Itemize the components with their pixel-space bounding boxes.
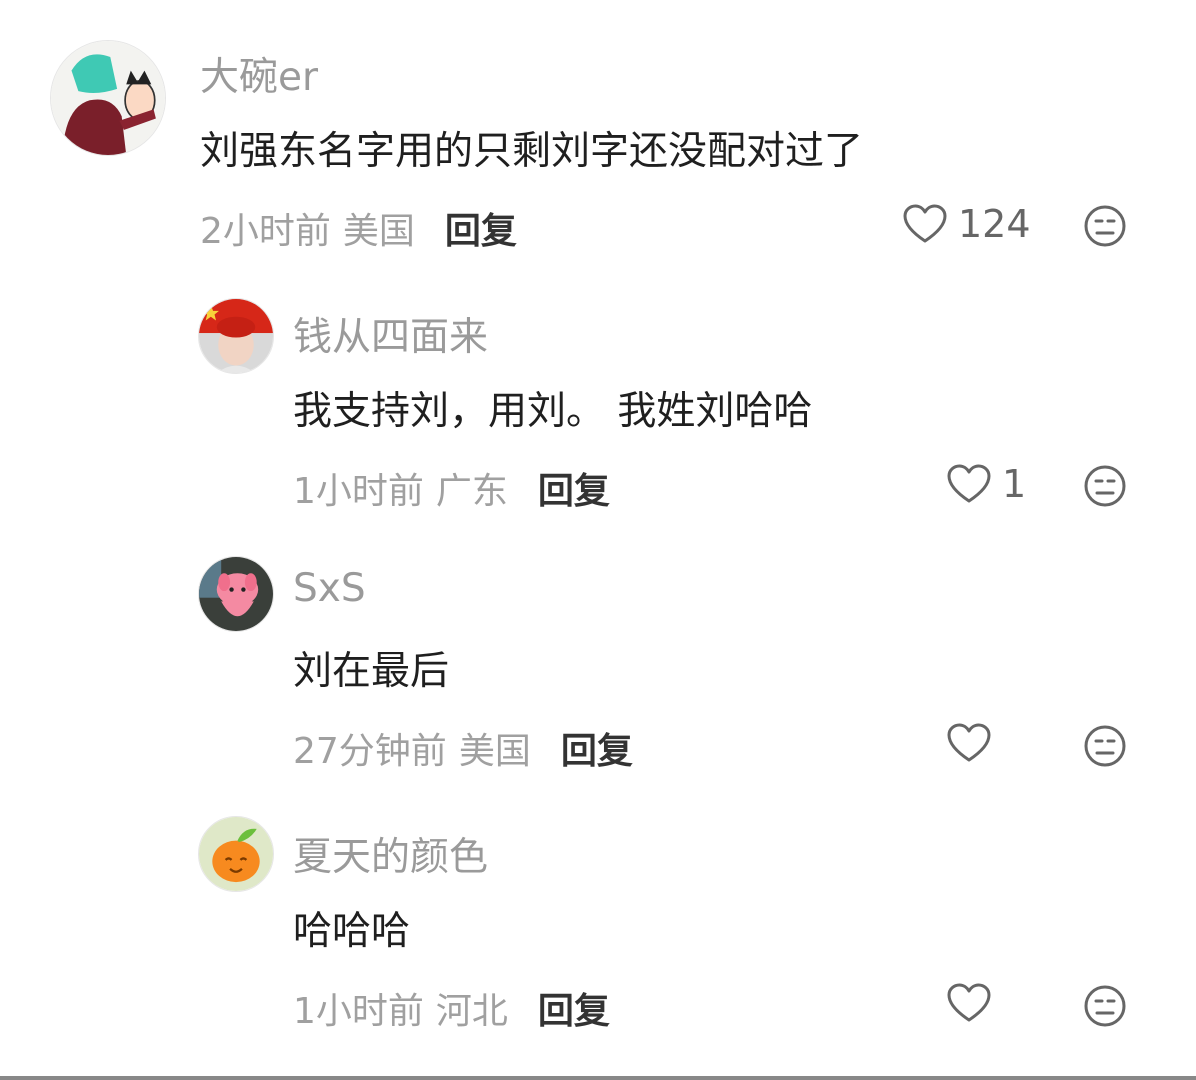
like-count: 124 [958,202,1031,246]
reply-item: SxS 刘在最后 27分钟前 美国 回复 [0,540,1196,790]
meh-face-icon [1084,205,1126,247]
heart-icon [947,983,991,1022]
flag-face-avatar-icon [199,299,273,373]
reply-item: 夏天的颜色 哈哈哈 1小时前 河北 回复 [0,800,1196,1070]
comment-meta: 2小时前 美国 回复 [200,202,517,254]
like-button[interactable]: 1 [946,462,1026,506]
comment-time: 2小时前 [200,211,331,252]
meh-face-icon [1084,725,1126,767]
like-button[interactable] [946,722,1002,764]
comment-username[interactable]: 大碗er [200,46,318,102]
avatar[interactable] [50,40,166,156]
reply-button[interactable]: 回复 [538,462,610,514]
heart-icon [903,204,947,243]
comment-location: 河北 [435,991,508,1032]
comment-username[interactable]: SxS [293,566,366,611]
comment-time: 1小时前 [293,991,424,1032]
pink-plush-avatar-icon [199,557,273,631]
comment-time: 27分钟前 [293,731,447,772]
comment-text: 刘在最后 [293,649,450,694]
like-button[interactable] [946,982,1002,1024]
comment-meta: 1小时前 河北 回复 [293,982,610,1034]
comment-time: 1小时前 [293,471,424,512]
avatar[interactable] [198,298,274,374]
reply-button[interactable]: 回复 [445,202,517,254]
avatar[interactable] [198,816,274,892]
meh-face-icon [1084,985,1126,1027]
comment-location: 广东 [435,471,508,512]
orange-fruit-avatar-icon [199,817,273,891]
comment-username[interactable]: 钱从四面来 [293,306,488,362]
meh-face-icon [1084,465,1126,507]
like-count: 1 [1002,462,1027,506]
heart-icon [947,723,991,762]
comment-item: 大碗er 刘强东名字用的只剩刘字还没配对过了 2小时前 美国 回复 124 [0,0,1196,270]
comment-location: 美国 [458,731,531,772]
dislike-button[interactable] [1083,984,1127,1028]
dislike-button[interactable] [1083,724,1127,768]
reply-button[interactable]: 回复 [561,722,633,774]
heart-icon [947,464,991,503]
dislike-button[interactable] [1083,204,1127,248]
like-button[interactable]: 124 [902,202,1031,246]
comment-text: 哈哈哈 [293,909,411,954]
reply-item: 钱从四面来 我支持刘，用刘。 我姓刘哈哈 1小时前 广东 回复 1 [0,280,1196,530]
comment-text: 刘强东名字用的只剩刘字还没配对过了 [200,129,864,174]
comment-location: 美国 [342,211,415,252]
avatar[interactable] [198,556,274,632]
cartoon-avatar-icon [51,41,165,155]
comment-meta: 1小时前 广东 回复 [293,462,610,514]
reply-button[interactable]: 回复 [538,982,610,1034]
bottom-divider [0,1076,1196,1080]
comment-username[interactable]: 夏天的颜色 [293,826,488,882]
comment-text: 我支持刘，用刘。 我姓刘哈哈 [293,389,813,434]
dislike-button[interactable] [1083,464,1127,508]
comment-meta: 27分钟前 美国 回复 [293,722,633,774]
